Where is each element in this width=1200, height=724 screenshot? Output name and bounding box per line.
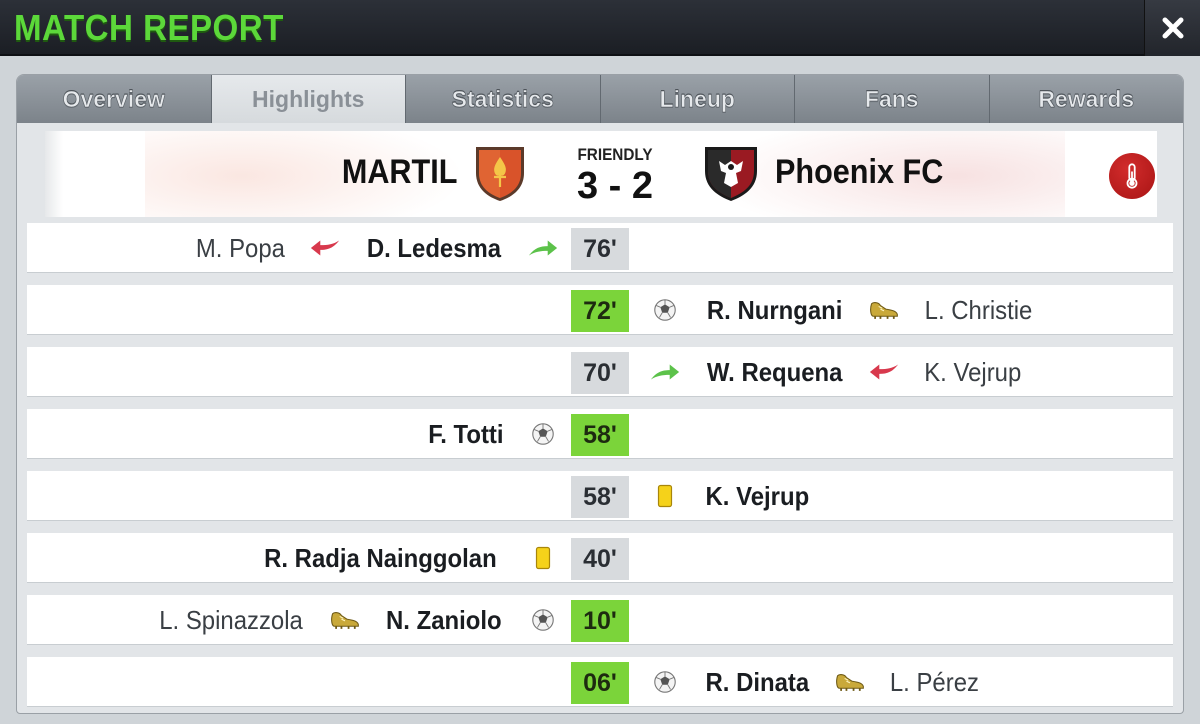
home-team-crest-icon <box>472 143 528 203</box>
primary-player-name: F. Totti <box>428 418 504 449</box>
event-minute: 58' <box>571 414 629 456</box>
match-header: MARTIL FRIENDLY 3 - 2 Phoenix FC <box>45 131 1157 217</box>
ball-icon <box>527 606 559 634</box>
home-event-side: R. Radja Nainggolan <box>254 533 559 583</box>
yellow-card-icon <box>527 544 559 572</box>
sub-in-arrow-icon <box>649 358 681 386</box>
boot-icon <box>868 296 900 324</box>
thermometer-icon <box>1126 163 1138 189</box>
tab-rewards[interactable]: Rewards <box>989 75 1183 123</box>
tab-statistics[interactable]: Statistics <box>406 75 601 123</box>
home-event-side: L. Spinazzola N. Zaniolo <box>153 595 559 645</box>
primary-player-name: R. Radja Nainggolan <box>264 542 497 573</box>
page-title: MATCH REPORT <box>14 7 284 48</box>
tab-overview[interactable]: Overview <box>17 75 212 123</box>
boot-icon <box>329 606 361 634</box>
close-icon <box>1162 17 1183 39</box>
secondary-player-name: L. Christie <box>925 294 1033 325</box>
sub-in-arrow-icon <box>527 234 559 262</box>
event-minute: 76' <box>571 228 629 270</box>
secondary-player-name: K. Vejrup <box>924 356 1022 387</box>
home-event-side: M. Popa D. Ledesma <box>192 223 559 273</box>
event-row: 70' W. Requena K. Vejrup <box>27 347 1173 397</box>
primary-player-name: K. Vejrup <box>705 480 810 511</box>
event-minute: 40' <box>571 538 629 580</box>
event-row: 76' M. Popa D. Ledesma <box>27 223 1173 273</box>
sub-out-arrow-icon <box>868 358 900 386</box>
event-minute: 58' <box>571 476 629 518</box>
event-row: 06' R. Dinata L. Pérez <box>27 657 1173 707</box>
primary-player-name: N. Zaniolo <box>386 604 502 635</box>
sub-out-arrow-icon <box>309 234 341 262</box>
away-event-side: W. Requena K. Vejrup <box>649 347 1026 397</box>
event-minute: 70' <box>571 352 629 394</box>
boot-icon <box>834 668 866 696</box>
secondary-player-name: L. Pérez <box>889 666 979 697</box>
primary-player-name: R. Dinata <box>705 666 810 697</box>
ball-icon <box>649 668 681 696</box>
away-team-name: Phoenix FC <box>775 153 944 191</box>
tab-bar: Overview Highlights Statistics Lineup Fans Re… <box>17 75 1183 123</box>
event-minute: 10' <box>571 600 629 642</box>
ball-icon <box>527 420 559 448</box>
tab-lineup[interactable]: Lineup <box>600 75 795 123</box>
tab-fans[interactable]: Fans <box>795 75 990 123</box>
away-event-side: K. Vejrup <box>649 471 814 521</box>
tab-highlights[interactable]: Highlights <box>211 75 406 123</box>
away-event-side: R. Nurngani L. Christie <box>649 285 1037 335</box>
close-button[interactable] <box>1144 0 1200 56</box>
home-team-name: MARTIL <box>341 153 457 191</box>
event-row: 58' K. Vejrup <box>27 471 1173 521</box>
event-minute: 72' <box>571 290 629 332</box>
competition-label: FRIENDLY <box>577 145 653 164</box>
match-score: 3 - 2 <box>576 165 654 207</box>
event-row: 58' F. Totti <box>27 409 1173 459</box>
yellow-card-icon <box>649 482 681 510</box>
away-team-crest-icon <box>702 143 760 203</box>
event-row: 10' L. Spinazzola N. Zaniolo <box>27 595 1173 645</box>
home-event-side: F. Totti <box>425 409 559 459</box>
ball-icon <box>649 296 681 324</box>
primary-player-name: R. Nurngani <box>706 294 843 325</box>
report-panel: Overview Highlights Statistics Lineup Fans Re… <box>16 74 1184 714</box>
weather-button[interactable] <box>1109 153 1155 199</box>
event-row: 72' R. Nurngani L. Christie <box>27 285 1173 335</box>
primary-player-name: W. Requena <box>706 356 843 387</box>
away-event-side: R. Dinata L. Pérez <box>649 657 983 707</box>
secondary-player-name: M. Popa <box>196 232 286 263</box>
primary-player-name: D. Ledesma <box>366 232 502 263</box>
event-minute: 06' <box>571 662 629 704</box>
secondary-player-name: L. Spinazzola <box>159 604 304 635</box>
event-row: 40' R. Radja Nainggolan <box>27 533 1173 583</box>
top-bar: MATCH REPORT <box>0 0 1200 56</box>
